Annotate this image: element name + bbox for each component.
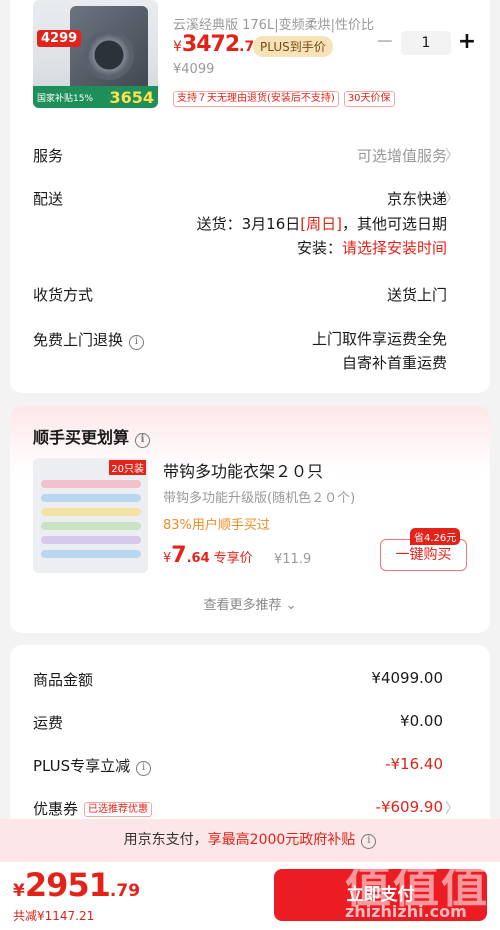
price-decimal: .64 [186,551,210,566]
save-badge: 省4.26元 [410,528,461,545]
free-return-line1: 上门取件享运费全免 [311,330,447,348]
count-badge: 20只装 [109,460,146,475]
total-integer: 2951 [24,866,111,904]
summary-value: -¥609.90 [375,798,443,816]
hanger-image [41,550,141,558]
summary-label: 优惠券 [33,800,79,818]
delivery-date-prefix: 送货：3月16日 [196,215,301,233]
summary-label: 运费 [33,714,64,732]
product-tags: 支持７天无理由退货(安装后不支持) 30天价保 [173,91,395,107]
summary-value: ¥4099.00 [371,669,443,687]
pay-now-button[interactable]: 立即支付 [274,869,487,921]
recommend-card: 顺手买更划算 i 20只装 带钩多功能衣架２０只 带钩多功能升级版(随机色２０个)… [10,406,490,633]
hanger-image [41,508,141,516]
summary-row-shipping: 运费 ¥0.00 [33,712,443,733]
washer-image [70,6,148,98]
free-return-line2: 自寄补首重运费 [341,354,447,372]
receive-label: 收货方式 [33,286,94,304]
product-price: ¥3472.7 [173,32,254,57]
thumb-subsidy-badge: 国家补贴15% 3654 [33,86,158,108]
delivery-date-suffix: ，其他可选日期 [341,215,447,233]
banner-prefix: 用京东支付， [123,832,208,848]
total-saved[interactable]: 共减¥1147.21 [13,907,94,924]
receive-value[interactable]: 送货上门 [387,284,447,305]
total-price: ¥2951.79 [13,866,140,904]
quantity-input[interactable]: 1 [401,31,451,55]
price-label: 专享价 [213,551,253,566]
price-symbol: ¥ [13,881,25,901]
hanger-image [41,494,141,502]
product-thumbnail[interactable]: 4299 国家补贴15% 3654 [33,0,158,108]
summary-row-coupon[interactable]: 优惠券 已选推荐优惠 -¥609.90 [33,798,443,819]
service-label: 服务 [33,147,64,165]
hanger-image [41,536,141,544]
thumb-subsidy-price: 3654 [109,88,154,107]
thumb-price-badge: 4299 [37,30,82,47]
summary-value: ¥0.00 [400,712,443,730]
product-spec[interactable]: 云溪经典版 176L|变频柔烘|性价比 [173,14,374,33]
recommend-price: ¥7.64 专享价 [163,543,253,568]
summary-label: PLUS专享立减 [33,757,131,775]
pay-subsidy-banner[interactable]: 用京东支付，享最高2000元政府补贴 i [0,819,500,862]
delivery-chevron-icon[interactable]: 〉 [445,188,459,208]
info-icon[interactable]: i [129,335,145,350]
recommend-title-text: 顺手买更划算 [33,428,130,447]
hanger-image [41,480,141,488]
price-protect-tag: 30天价保 [343,91,395,107]
thumb-subsidy-label: 国家补贴15% [37,94,94,104]
recommend-original-price: ¥11.9 [274,552,312,567]
original-price: ¥4099 [173,62,215,77]
checkout-bar: ¥2951.79 共减¥1147.21 立即支付 [0,862,500,930]
install-time[interactable]: 安装：请选择安装时间 [297,237,447,258]
info-icon[interactable]: i [135,433,151,448]
recommend-product-name[interactable]: 带钩多功能衣架２０只 [163,458,323,482]
delivery-label: 配送 [33,190,64,208]
delivery-date[interactable]: 送货：3月16日[周日]，其他可选日期 [197,213,447,234]
recommend-product-desc: 带钩多功能升级版(随机色２０个) [163,491,356,506]
service-value[interactable]: 可选增值服务 [357,145,447,166]
coupon-tag: 已选推荐优惠 [84,802,153,817]
price-symbol: ¥ [173,39,182,55]
price-decimal: .7 [239,39,255,55]
price-integer: 7 [171,543,187,568]
banner-highlight: 享最高2000元政府补贴 [207,832,356,848]
plus-price-tag: PLUS到手价 [253,36,333,57]
recommend-title: 顺手买更划算 i [33,424,151,448]
return-policy-tag: 支持７天无理由退货(安装后不支持) [173,91,339,107]
product-card: 4299 国家补贴15% 3654 云溪经典版 176L|变频柔烘|性价比 ¥3… [10,0,490,393]
quantity-decrease-button[interactable]: − [375,31,395,53]
delivery-carrier[interactable]: 京东快递 [387,188,447,209]
install-select-link[interactable]: 请选择安装时间 [342,239,447,257]
delivery-day: [周日] [300,215,342,233]
total-decimal: .79 [109,881,141,901]
recommend-rate: 83%用户顺手买过 [163,518,270,533]
hanger-image [41,522,141,530]
install-prefix: 安装： [296,239,342,257]
hanger-thumbnail[interactable]: 20只装 [33,458,148,573]
summary-label: 商品金额 [33,671,94,689]
info-icon[interactable]: i [361,834,377,849]
coupon-chevron-icon[interactable]: 〉 [445,798,459,818]
view-more-button[interactable]: 查看更多推荐 ⌄ [10,594,490,613]
price-integer: 3472 [181,32,240,57]
summary-value: -¥16.40 [385,755,443,773]
service-chevron-icon[interactable]: 〉 [445,145,459,165]
summary-row-goods: 商品金额 ¥4099.00 [33,669,443,690]
quantity-increase-button[interactable]: + [457,31,477,53]
info-icon[interactable]: i [136,761,152,776]
free-return-label: 免费上门退换 i [33,329,145,350]
free-return-text: 免费上门退换 [33,331,124,349]
summary-row-plus: PLUS专享立减 i -¥16.40 [33,755,443,776]
